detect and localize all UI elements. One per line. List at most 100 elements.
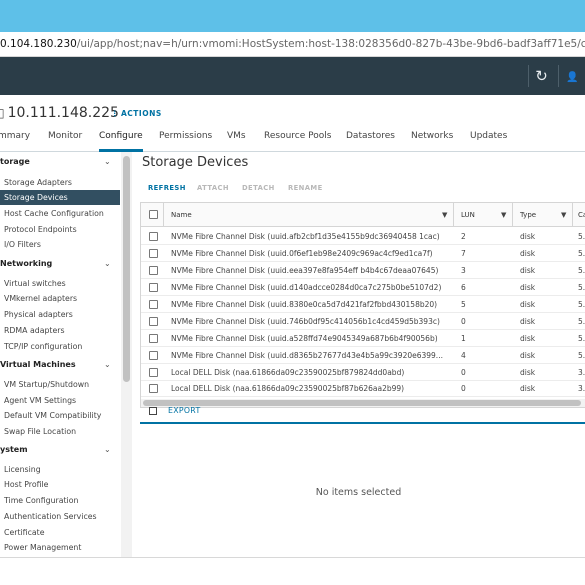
row-checkbox[interactable] bbox=[149, 317, 158, 326]
table-row[interactable]: NVMe Fibre Channel Disk (uuid.0f6ef1eb98… bbox=[141, 245, 585, 262]
sidebar-item-vm-startup[interactable]: VM Startup/Shutdown bbox=[0, 377, 120, 392]
column-header-name[interactable]: Name bbox=[171, 203, 192, 227]
column-divider bbox=[453, 203, 454, 227]
column-header-lun[interactable]: LUN bbox=[461, 203, 475, 227]
tab-permissions[interactable]: Permissions bbox=[159, 128, 212, 152]
sidebar-item-tcpip-config[interactable]: TCP/IP configuration bbox=[0, 339, 120, 354]
row-checkbox[interactable] bbox=[149, 232, 158, 241]
sidebar-item-storage-adapters[interactable]: Storage Adapters bbox=[0, 175, 120, 190]
select-all-checkbox[interactable] bbox=[149, 210, 158, 219]
refresh-icon[interactable]: ↻ bbox=[528, 65, 554, 87]
device-type: disk bbox=[520, 317, 536, 326]
device-type: disk bbox=[520, 368, 536, 377]
table-row[interactable]: NVMe Fibre Channel Disk (uuid.d140adcce0… bbox=[141, 279, 585, 296]
table-row[interactable]: NVMe Fibre Channel Disk (uuid.d8365b2767… bbox=[141, 347, 585, 364]
tab-monitor[interactable]: Monitor bbox=[48, 128, 82, 152]
sidebar-group-label: Networking bbox=[0, 259, 53, 268]
sidebar-group-storage[interactable]: torage ⌄ bbox=[0, 153, 120, 171]
device-type: disk bbox=[520, 266, 536, 275]
tab-resource-pools[interactable]: Resource Pools bbox=[264, 128, 331, 152]
table-row[interactable]: Local DELL Disk (naa.61866da09c23590025b… bbox=[141, 380, 585, 397]
sidebar-item-default-vm-compat[interactable]: Default VM Compatibility bbox=[0, 408, 120, 423]
tab-datastores[interactable]: Datastores bbox=[346, 128, 395, 152]
device-capacity: 3. bbox=[578, 384, 585, 393]
table-row[interactable]: NVMe Fibre Channel Disk (uuid.8380e0ca5d… bbox=[141, 296, 585, 313]
device-name: NVMe Fibre Channel Disk (uuid.a528ffd74e… bbox=[171, 334, 438, 343]
column-divider bbox=[572, 203, 573, 227]
device-capacity: 5. bbox=[578, 249, 585, 258]
device-type: disk bbox=[520, 283, 536, 292]
user-icon: 👤 bbox=[566, 72, 579, 83]
table-row[interactable]: Local DELL Disk (naa.61866da09c23590025b… bbox=[141, 364, 585, 381]
table-row[interactable]: NVMe Fibre Channel Disk (uuid.746b0df95c… bbox=[141, 313, 585, 330]
page-title: ▯ 10.111.148.225 bbox=[0, 105, 119, 121]
device-type: disk bbox=[520, 334, 536, 343]
sidebar-item-auth-services[interactable]: Authentication Services bbox=[0, 509, 120, 524]
sidebar-item-power-management[interactable]: Power Management bbox=[0, 540, 120, 555]
device-capacity: 5. bbox=[578, 300, 585, 309]
sidebar-item-licensing[interactable]: Licensing bbox=[0, 462, 120, 477]
sidebar-item-host-cache[interactable]: Host Cache Configuration bbox=[0, 206, 120, 221]
sidebar-item-physical-adapters[interactable]: Physical adapters bbox=[0, 307, 120, 322]
rename-button[interactable]: RENAME bbox=[288, 182, 323, 194]
detach-button[interactable]: DETACH bbox=[242, 182, 275, 194]
sidebar-group-system[interactable]: ystem ⌄ bbox=[0, 441, 120, 459]
sidebar-item-io-filters[interactable]: I/O Filters bbox=[0, 237, 120, 252]
device-name: Local DELL Disk (naa.61866da09c23590025b… bbox=[171, 384, 405, 393]
row-checkbox[interactable] bbox=[149, 368, 158, 377]
section-title: Storage Devices bbox=[142, 155, 249, 170]
tab-vms[interactable]: VMs bbox=[227, 128, 246, 152]
table-row[interactable]: NVMe Fibre Channel Disk (uuid.afb2cbf1d3… bbox=[141, 228, 585, 245]
scrollbar-thumb[interactable] bbox=[123, 156, 130, 382]
address-bar[interactable]: 0.104.180.230/ui/app/host;nav=h/urn:vmom… bbox=[0, 32, 585, 57]
table-row[interactable]: NVMe Fibre Channel Disk (uuid.a528ffd74e… bbox=[141, 330, 585, 347]
refresh-button[interactable]: REFRESH bbox=[148, 182, 186, 194]
tab-configure[interactable]: Configure bbox=[99, 128, 143, 152]
sidebar-group-virtual-machines[interactable]: Virtual Machines ⌄ bbox=[0, 356, 120, 374]
row-checkbox[interactable] bbox=[149, 351, 158, 360]
device-capacity: 5. bbox=[578, 334, 585, 343]
tab-updates[interactable]: Updates bbox=[470, 128, 507, 152]
tab-networks[interactable]: Networks bbox=[411, 128, 453, 152]
sidebar-scrollbar[interactable] bbox=[121, 152, 132, 557]
row-checkbox[interactable] bbox=[149, 384, 158, 393]
sidebar-item-host-profile[interactable]: Host Profile bbox=[0, 477, 120, 492]
device-lun: 5 bbox=[461, 300, 466, 309]
actions-button[interactable]: ⋮ ACTIONS bbox=[111, 109, 162, 118]
sidebar-group-networking[interactable]: Networking ⌄ bbox=[0, 255, 120, 273]
sidebar-item-rdma-adapters[interactable]: RDMA adapters bbox=[0, 323, 120, 338]
sidebar-item-agent-vm-settings[interactable]: Agent VM Settings bbox=[0, 393, 120, 408]
column-header-capacity[interactable]: Ca bbox=[578, 203, 585, 227]
row-checkbox[interactable] bbox=[149, 249, 158, 258]
column-divider bbox=[163, 203, 164, 227]
row-checkbox[interactable] bbox=[149, 300, 158, 309]
tab-summary[interactable]: mmary bbox=[0, 128, 30, 152]
device-lun: 0 bbox=[461, 368, 466, 377]
filter-icon[interactable]: ▼ bbox=[442, 211, 447, 219]
row-checkbox[interactable] bbox=[149, 283, 158, 292]
devices-table: Name ▼ LUN ▼ Type ▼ Ca NVMe Fibre Channe… bbox=[140, 202, 585, 408]
device-name: NVMe Fibre Channel Disk (uuid.746b0df95c… bbox=[171, 317, 440, 326]
sidebar-item-vmkernel-adapters[interactable]: VMkernel adapters bbox=[0, 291, 120, 306]
attach-button[interactable]: ATTACH bbox=[197, 182, 229, 194]
device-name: NVMe Fibre Channel Disk (uuid.d8365b2767… bbox=[171, 351, 443, 360]
row-checkbox[interactable] bbox=[149, 334, 158, 343]
column-toggle-icon[interactable] bbox=[149, 407, 157, 415]
sidebar-item-swap-file-location[interactable]: Swap File Location bbox=[0, 424, 120, 439]
device-type: disk bbox=[520, 249, 536, 258]
sidebar-item-time-config[interactable]: Time Configuration bbox=[0, 493, 120, 508]
export-button[interactable]: EXPORT bbox=[168, 405, 201, 417]
sidebar-item-storage-devices[interactable]: Storage Devices bbox=[0, 190, 120, 205]
filter-icon[interactable]: ▼ bbox=[561, 211, 566, 219]
sidebar-item-protocol-endpoints[interactable]: Protocol Endpoints bbox=[0, 222, 120, 237]
device-name: NVMe Fibre Channel Disk (uuid.8380e0ca5d… bbox=[171, 300, 438, 309]
sidebar-item-virtual-switches[interactable]: Virtual switches bbox=[0, 276, 120, 291]
filter-icon[interactable]: ▼ bbox=[501, 211, 506, 219]
column-header-type[interactable]: Type bbox=[520, 203, 536, 227]
user-menu-button[interactable]: 👤 bbox=[558, 65, 585, 87]
row-checkbox[interactable] bbox=[149, 266, 158, 275]
sidebar-item-certificate[interactable]: Certificate bbox=[0, 525, 120, 540]
device-name: Local DELL Disk (naa.61866da09c23590025b… bbox=[171, 368, 405, 377]
table-row[interactable]: NVMe Fibre Channel Disk (uuid.eea397e8fa… bbox=[141, 262, 585, 279]
host-name: 10.111.148.225 bbox=[7, 105, 119, 121]
